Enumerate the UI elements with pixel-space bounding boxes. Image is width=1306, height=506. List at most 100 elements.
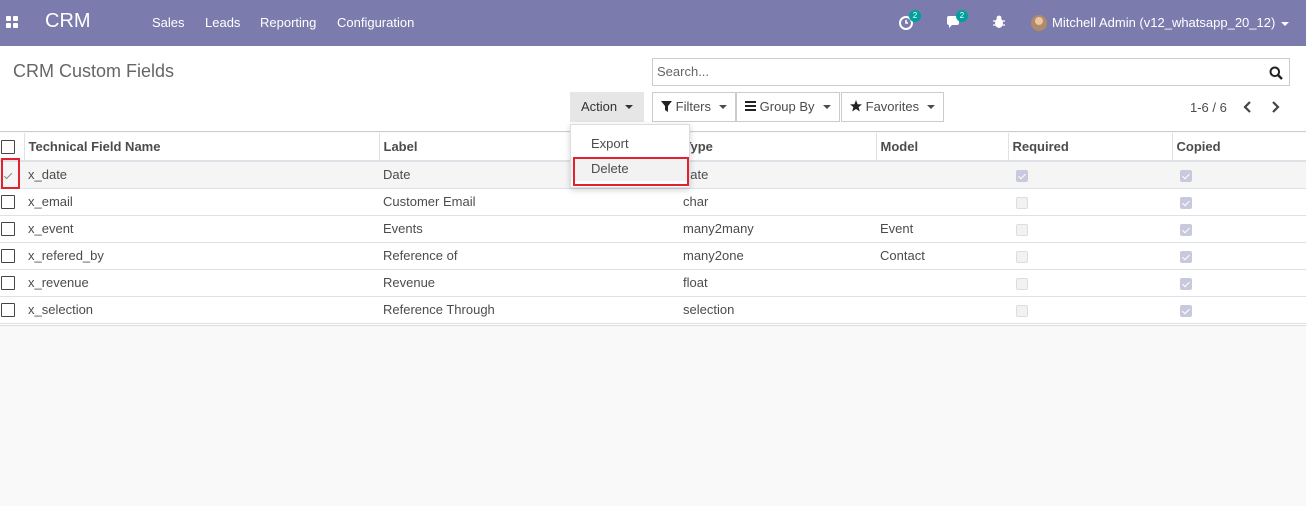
cell-required — [1008, 161, 1172, 189]
row-checkbox[interactable] — [1, 222, 15, 237]
required-checkbox — [1016, 250, 1028, 263]
cell-type: float — [679, 269, 876, 297]
copied-checkbox — [1180, 169, 1192, 182]
copied-checkbox — [1180, 250, 1192, 263]
cell-type: selection — [679, 296, 876, 324]
row-checkbox[interactable] — [1, 303, 15, 318]
column-header-technical-name[interactable]: Technical Field Name — [23, 133, 379, 162]
action-label: Action — [581, 99, 618, 114]
filters-button[interactable]: Filters — [652, 92, 737, 122]
cell-model: Contact — [876, 242, 1008, 270]
search-input[interactable] — [657, 64, 1257, 79]
control-panel: CRM Custom Fields Action Filters Group B… — [0, 46, 1306, 132]
select-all-cell — [0, 133, 24, 162]
cell-copied — [1172, 215, 1306, 243]
favorites-caret-icon — [927, 104, 936, 109]
cell-required — [1008, 296, 1172, 324]
cell-copied — [1172, 188, 1306, 216]
favorites-button[interactable]: Favorites — [841, 92, 945, 122]
row-select-cell — [0, 269, 24, 297]
table-row[interactable]: x_revenue Revenue float — [0, 269, 1306, 297]
column-header-type[interactable]: Type — [678, 133, 876, 162]
row-checkbox[interactable] — [1, 276, 15, 291]
row-select-cell — [0, 296, 24, 324]
cell-technical-name: x_date — [24, 161, 379, 189]
pager-next-icon[interactable] — [1269, 100, 1281, 114]
row-select-cell — [0, 215, 24, 243]
apps-grid-icon[interactable] — [6, 16, 20, 30]
cell-label: Events — [379, 215, 679, 243]
favorites-label: Favorites — [865, 99, 920, 114]
bars-icon — [745, 101, 756, 111]
messages-chat-icon[interactable]: 2 — [945, 10, 968, 32]
user-caret-icon — [1281, 22, 1289, 26]
activity-clock-icon[interactable]: 2 — [898, 10, 921, 32]
cell-technical-name: x_email — [24, 188, 379, 216]
column-header-copied[interactable]: Copied — [1171, 133, 1306, 162]
cell-technical-name: x_selection — [24, 296, 379, 324]
star-icon — [850, 100, 862, 112]
cell-type: many2one — [679, 242, 876, 270]
cell-model — [876, 269, 1008, 297]
top-navbar: CRM Sales Leads Reporting Configuration … — [0, 0, 1306, 46]
row-checkbox[interactable] — [1, 195, 15, 210]
cell-copied — [1172, 161, 1306, 189]
cell-technical-name: x_event — [24, 215, 379, 243]
group-by-button[interactable]: Group By — [736, 92, 840, 122]
cell-required — [1008, 188, 1172, 216]
row-checkbox[interactable] — [1, 169, 15, 183]
group-by-caret-icon — [822, 104, 831, 109]
group-by-label: Group By — [759, 99, 815, 114]
cell-model — [876, 161, 1008, 189]
copied-checkbox — [1180, 304, 1192, 317]
filters-caret-icon — [719, 104, 728, 109]
user-avatar — [1031, 15, 1047, 31]
required-checkbox — [1016, 196, 1028, 209]
action-button[interactable]: Action — [570, 92, 645, 122]
column-header-model[interactable]: Model — [875, 133, 1008, 162]
row-select-cell — [0, 161, 24, 189]
menu-configuration[interactable]: Configuration — [337, 15, 414, 30]
cell-model — [876, 188, 1008, 216]
menu-item-delete[interactable]: Delete — [571, 157, 689, 181]
pager-previous-icon[interactable] — [1242, 100, 1254, 114]
cell-required — [1008, 269, 1172, 297]
table-row[interactable]: x_selection Reference Through selection — [0, 296, 1306, 324]
search-box[interactable] — [652, 58, 1290, 86]
copied-checkbox — [1180, 196, 1192, 209]
select-all-checkbox[interactable] — [1, 140, 15, 155]
copied-checkbox — [1180, 223, 1192, 236]
cell-type: date — [679, 161, 876, 189]
action-caret-icon — [625, 104, 634, 109]
cell-copied — [1172, 296, 1306, 324]
debug-bug-icon[interactable] — [992, 14, 1012, 32]
menu-reporting[interactable]: Reporting — [260, 15, 316, 30]
cell-model: Event — [876, 215, 1008, 243]
cell-technical-name: x_revenue — [24, 269, 379, 297]
cell-type: many2many — [679, 215, 876, 243]
row-select-cell — [0, 188, 24, 216]
cell-label: Customer Email — [379, 188, 679, 216]
table-row[interactable]: x_email Customer Email char — [0, 188, 1306, 216]
column-header-required[interactable]: Required — [1007, 133, 1172, 162]
cell-copied — [1172, 269, 1306, 297]
required-checkbox — [1016, 304, 1028, 317]
required-checkbox — [1016, 223, 1028, 236]
user-name: Mitchell Admin (v12_whatsapp_20_12) — [1052, 15, 1276, 30]
cell-required — [1008, 215, 1172, 243]
app-brand[interactable]: CRM — [45, 10, 91, 33]
menu-item-export[interactable]: Export — [571, 132, 689, 156]
required-checkbox — [1016, 169, 1028, 182]
pager-value[interactable]: 1-6 / 6 — [1190, 100, 1227, 115]
cell-type: char — [679, 188, 876, 216]
filter-icon — [661, 101, 672, 112]
cell-model — [876, 296, 1008, 324]
cell-technical-name: x_refered_by — [24, 242, 379, 270]
cell-label: Reference of — [379, 242, 679, 270]
table-row[interactable]: x_event Events many2many Event — [0, 215, 1306, 243]
menu-leads[interactable]: Leads — [205, 15, 240, 30]
row-checkbox[interactable] — [1, 249, 15, 264]
menu-sales[interactable]: Sales — [152, 15, 185, 30]
search-icon[interactable] — [1269, 66, 1283, 80]
table-row[interactable]: x_refered_by Reference of many2one Contact — [0, 242, 1306, 270]
